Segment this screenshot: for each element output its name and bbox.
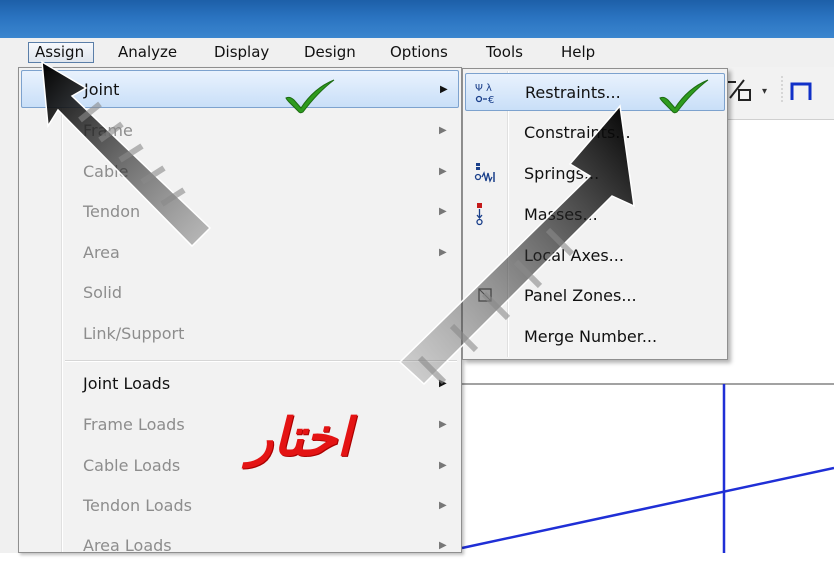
arrow-cursor-icon — [41, 60, 212, 248]
arrow-cursor-icon — [398, 104, 635, 386]
tutorial-arrows — [41, 60, 635, 386]
annotation-label: اختار — [248, 408, 352, 468]
